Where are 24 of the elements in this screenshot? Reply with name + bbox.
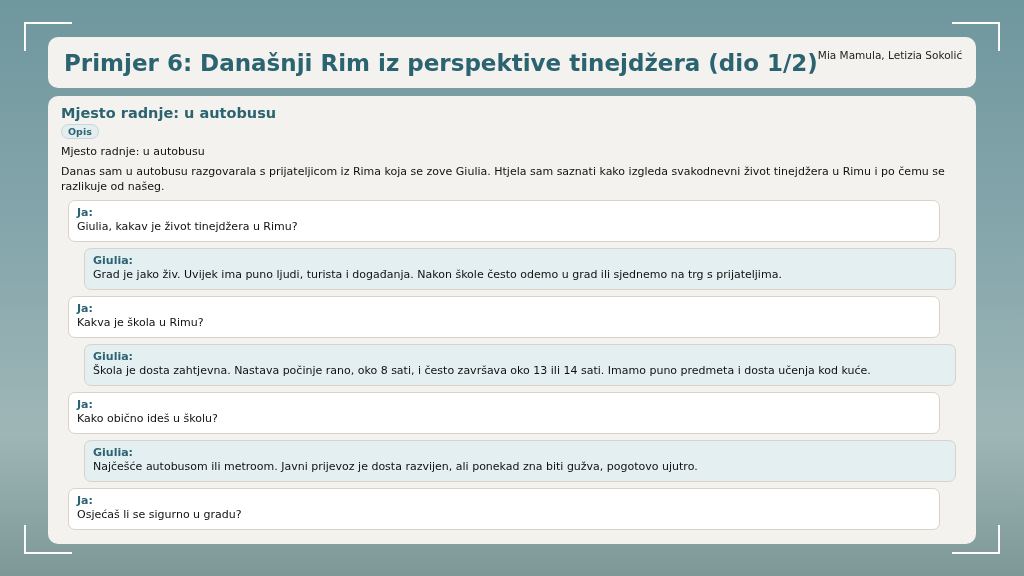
corner-bracket-icon bbox=[24, 22, 72, 51]
intro-paragraph: Danas sam u autobusu razgovarala s prijateljicom iz Rima koja se zove Giulia. Htjela sam saznati kako izgleda svakodnevni život tinejdžera u Rimu i po čemu se razlikuje od našeg. bbox=[61, 164, 946, 194]
message-text: Kako obično ideš u školu? bbox=[77, 412, 219, 426]
message-text: Grad je jako živ. Uvijek ima puno ljudi, turista i događanja. Nakon škole često odemo u grad ili sjednemo na trg s prijateljima. bbox=[93, 268, 783, 282]
speaker-name: Giulia: bbox=[93, 446, 134, 460]
slide-title: Primjer 6: Današnji Rim iz perspektive tinejdžera (dio 1/2) bbox=[64, 49, 818, 76]
message-text: Škola je dosta zahtjevna. Nastava počinje rano, oko 8 sati, i često završava oko 13 ili 14 sati. Imamo puno predmeta i dosta učenja kod kuće. bbox=[93, 364, 872, 378]
speaker-name: Ja: bbox=[77, 398, 94, 412]
corner-bracket-icon bbox=[24, 525, 72, 554]
tag-label: Opis bbox=[61, 124, 99, 139]
corner-bracket-icon bbox=[952, 525, 1000, 554]
corner-bracket-icon bbox=[952, 22, 1000, 51]
speaker-name: Ja: bbox=[77, 206, 94, 220]
speaker-name: Giulia: bbox=[93, 350, 134, 364]
speaker-name: Ja: bbox=[77, 302, 94, 316]
message-text: Giulia, kakav je život tinejdžera u Rimu? bbox=[77, 220, 299, 234]
message-text: Najčešće autobusom ili metroom. Javni prijevoz je dosta razvijen, ali ponekad zna biti gužva, pogotovo ujutro. bbox=[93, 460, 699, 474]
message-text: Osjećaš li se sigurno u gradu? bbox=[77, 508, 243, 522]
setting-text: Mjesto radnje: u autobusu bbox=[61, 144, 205, 159]
section-heading: Mjesto radnje: u autobusu bbox=[61, 105, 277, 121]
authors: Mia Mamula, Letizia Sokolić bbox=[817, 49, 963, 61]
speaker-name: Ja: bbox=[77, 494, 94, 508]
message-text: Kakva je škola u Rimu? bbox=[77, 316, 205, 330]
speaker-name: Giulia: bbox=[93, 254, 134, 268]
